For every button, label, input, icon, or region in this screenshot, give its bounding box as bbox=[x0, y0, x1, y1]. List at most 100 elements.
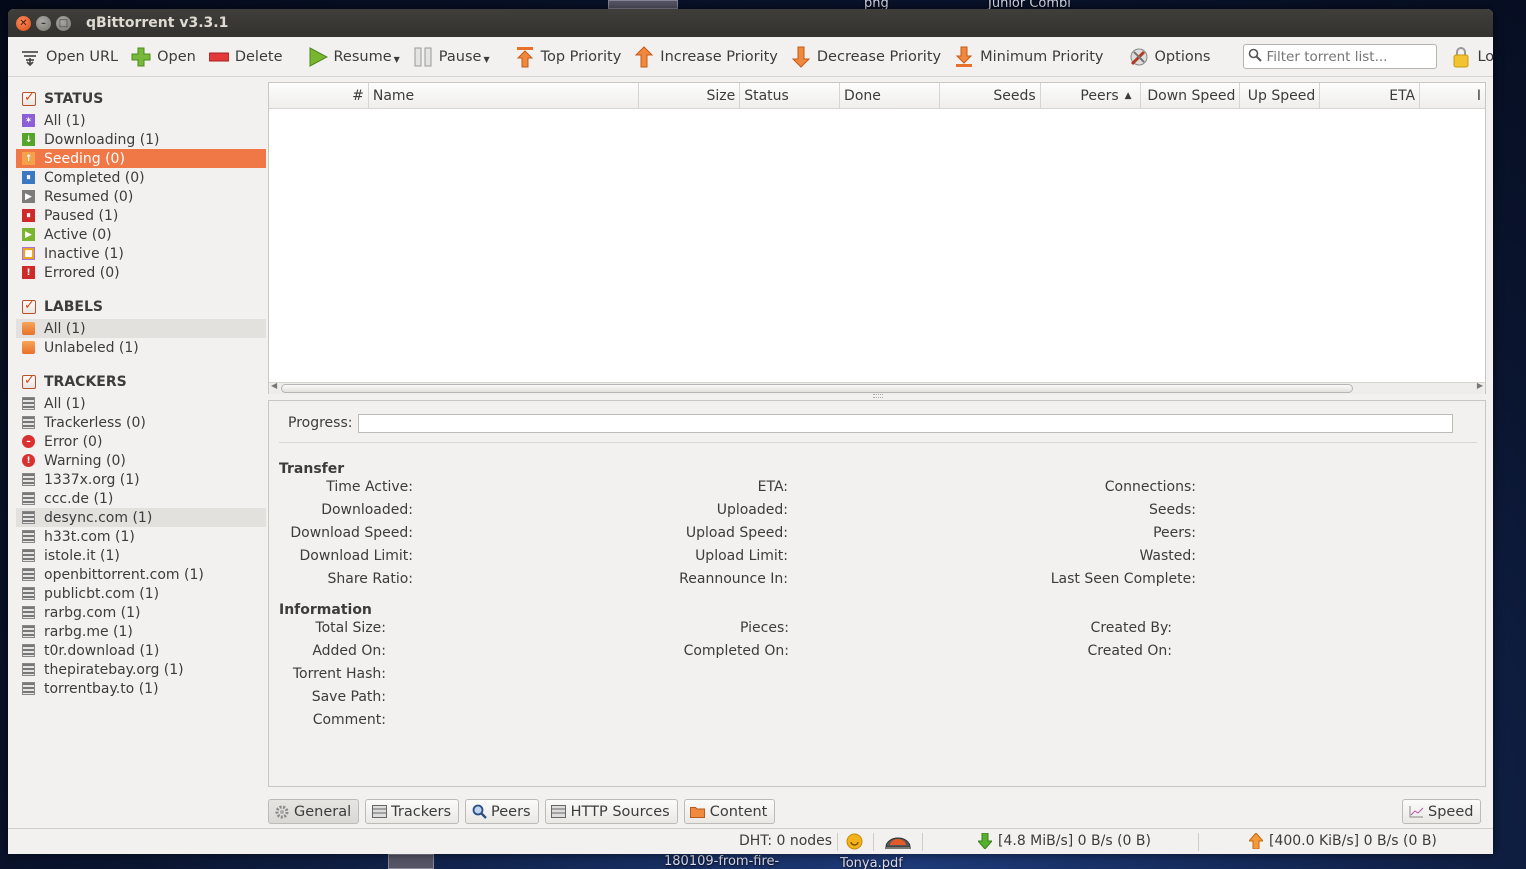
column-header-done[interactable]: Done bbox=[840, 83, 940, 109]
decrease-priority-button[interactable]: Decrease Priority bbox=[785, 42, 946, 72]
status-item-seeding[interactable]: ↑ Seeding (0) bbox=[16, 149, 266, 168]
checkbox-icon[interactable] bbox=[22, 90, 36, 106]
tab-peers[interactable]: Peers bbox=[465, 799, 539, 824]
scroll-right-icon[interactable]: ▶ bbox=[1477, 381, 1483, 390]
filter-input[interactable] bbox=[1266, 48, 1437, 65]
tracker-item[interactable]: torrentbay.to (1) bbox=[16, 679, 266, 698]
desktop-label: 180109-from-fire- bbox=[664, 854, 780, 869]
status-item-active[interactable]: ▶ Active (0) bbox=[16, 225, 266, 244]
splitter-handle[interactable] bbox=[873, 394, 883, 398]
tab-trackers[interactable]: Trackers bbox=[365, 799, 460, 824]
tracker-item[interactable]: rarbg.com (1) bbox=[16, 603, 266, 622]
connection-status-icon[interactable] bbox=[846, 833, 863, 850]
checkbox-icon[interactable] bbox=[22, 373, 36, 389]
open-button[interactable]: Open bbox=[125, 42, 201, 72]
field-label: Uploaded: bbox=[716, 502, 788, 518]
tab-content[interactable]: Content bbox=[683, 799, 776, 824]
scrollbar-thumb[interactable] bbox=[281, 384, 1353, 393]
filter-box[interactable] bbox=[1243, 44, 1438, 69]
tracker-item[interactable]: h33t.com (1) bbox=[16, 527, 266, 546]
arrow-up-icon bbox=[633, 45, 655, 68]
delete-button[interactable]: Delete bbox=[203, 42, 288, 72]
download-speed-status[interactable]: [4.8 MiB/s] 0 B/s (0 B) bbox=[978, 833, 1151, 849]
tracker-item[interactable]: istole.it (1) bbox=[16, 546, 266, 565]
tracker-item-label: istole.it (1) bbox=[44, 547, 120, 564]
column-header-up-speed[interactable]: Up Speed bbox=[1240, 83, 1321, 109]
open-url-button[interactable]: Open URL bbox=[14, 42, 123, 72]
window-title: qBittorrent v3.3.1 bbox=[86, 15, 229, 31]
tracker-item-label: torrentbay.to (1) bbox=[44, 680, 159, 697]
resume-icon: ▶ bbox=[22, 190, 35, 203]
tracker-item[interactable]: thepiratebay.org (1) bbox=[16, 660, 266, 679]
status-item-downloading[interactable]: ↓ Downloading (1) bbox=[16, 130, 266, 149]
pause-button[interactable]: Pause ▼ bbox=[407, 42, 495, 72]
tracker-item[interactable]: desync.com (1) bbox=[16, 508, 266, 527]
tracker-item[interactable]: openbittorrent.com (1) bbox=[16, 565, 266, 584]
tracker-item[interactable]: rarbg.me (1) bbox=[16, 622, 266, 641]
column-label: Size bbox=[706, 88, 736, 104]
column-header-status[interactable]: Status bbox=[740, 83, 841, 109]
status-item-label: Downloading (1) bbox=[44, 131, 160, 148]
labels-section-header[interactable]: LABELS bbox=[16, 295, 266, 319]
column-header-peers[interactable]: Peers ▲ bbox=[1041, 83, 1141, 109]
lock-button[interactable]: Lock ▼ bbox=[1445, 42, 1493, 72]
resume-button[interactable]: Resume ▼ bbox=[302, 42, 405, 72]
tracker-item[interactable]: publicbt.com (1) bbox=[16, 584, 266, 603]
status-item-all[interactable]: ✶ All (1) bbox=[16, 111, 266, 130]
column-label: Seeds bbox=[993, 88, 1036, 104]
column-header-more[interactable]: I bbox=[1420, 83, 1485, 109]
status-item-completed[interactable]: ⏸ Completed (0) bbox=[16, 168, 266, 187]
minimize-window-button[interactable]: – bbox=[36, 15, 51, 31]
status-section-header[interactable]: STATUS bbox=[16, 87, 266, 111]
status-item-paused[interactable]: ⏸ Paused (1) bbox=[16, 206, 266, 225]
horizontal-scrollbar[interactable]: ◀ ▶ bbox=[269, 381, 1485, 394]
field-label: ETA: bbox=[757, 479, 788, 495]
status-item-inactive[interactable]: ■ Inactive (1) bbox=[16, 244, 266, 263]
lock-icon bbox=[1450, 46, 1472, 68]
torrent-list[interactable]: # Name Size Status Done Seeds Peers ▲ Dow… bbox=[268, 82, 1486, 394]
error-icon: ! bbox=[22, 266, 35, 279]
all-icon: ✶ bbox=[22, 114, 35, 127]
search-icon bbox=[1248, 48, 1263, 66]
gear-icon bbox=[274, 805, 290, 819]
tracker-item[interactable]: – Error (0) bbox=[16, 432, 266, 451]
search-icon bbox=[471, 804, 487, 819]
status-item-errored[interactable]: ! Errored (0) bbox=[16, 263, 266, 282]
status-item-resumed[interactable]: ▶ Resumed (0) bbox=[16, 187, 266, 206]
resume-label: Resume bbox=[333, 48, 392, 65]
checkbox-icon[interactable] bbox=[22, 298, 36, 314]
field-label: Upload Limit: bbox=[695, 548, 788, 564]
options-button[interactable]: Options bbox=[1123, 42, 1216, 72]
status-list: ✶ All (1) ↓ Downloading (1) ↑ Seeding (0) ⏸… bbox=[16, 111, 266, 282]
tracker-item[interactable]: Trackerless (0) bbox=[16, 413, 266, 432]
label-item-unlabeled[interactable]: Unlabeled (1) bbox=[16, 338, 266, 357]
tab-general[interactable]: General bbox=[268, 799, 360, 824]
top-priority-icon bbox=[514, 46, 536, 68]
scroll-left-icon[interactable]: ◀ bbox=[271, 381, 277, 390]
desktop-thumbnail bbox=[608, 0, 678, 9]
close-window-button[interactable]: ✕ bbox=[16, 15, 31, 31]
column-header-name[interactable]: Name bbox=[369, 83, 640, 109]
tracker-item[interactable]: t0r.download (1) bbox=[16, 641, 266, 660]
column-header-number[interactable]: # bbox=[269, 83, 369, 109]
column-header-down-speed[interactable]: Down Speed bbox=[1141, 83, 1241, 109]
alt-speed-icon[interactable] bbox=[884, 833, 912, 851]
maximize-window-button[interactable]: □ bbox=[56, 15, 71, 31]
tracker-item[interactable]: 1337x.org (1) bbox=[16, 470, 266, 489]
upload-speed-status[interactable]: [400.0 KiB/s] 0 B/s (0 B) bbox=[1249, 833, 1437, 849]
tab-speed[interactable]: Speed bbox=[1402, 799, 1482, 824]
open-url-label: Open URL bbox=[46, 48, 119, 65]
upload-arrow-icon bbox=[1249, 833, 1263, 849]
tracker-item[interactable]: All (1) bbox=[16, 394, 266, 413]
column-header-size[interactable]: Size bbox=[639, 83, 741, 109]
increase-priority-button[interactable]: Increase Priority bbox=[628, 42, 783, 72]
tab-http-sources[interactable]: HTTP Sources bbox=[544, 799, 678, 824]
column-header-eta[interactable]: ETA bbox=[1320, 83, 1421, 109]
minimum-priority-button[interactable]: Minimum Priority bbox=[948, 42, 1108, 72]
tracker-item[interactable]: ccc.de (1) bbox=[16, 489, 266, 508]
tracker-item[interactable]: ! Warning (0) bbox=[16, 451, 266, 470]
trackers-section-header[interactable]: TRACKERS bbox=[16, 370, 266, 394]
column-header-seeds[interactable]: Seeds bbox=[940, 83, 1041, 109]
top-priority-button[interactable]: Top Priority bbox=[509, 42, 627, 72]
label-item-all[interactable]: All (1) bbox=[16, 319, 266, 338]
